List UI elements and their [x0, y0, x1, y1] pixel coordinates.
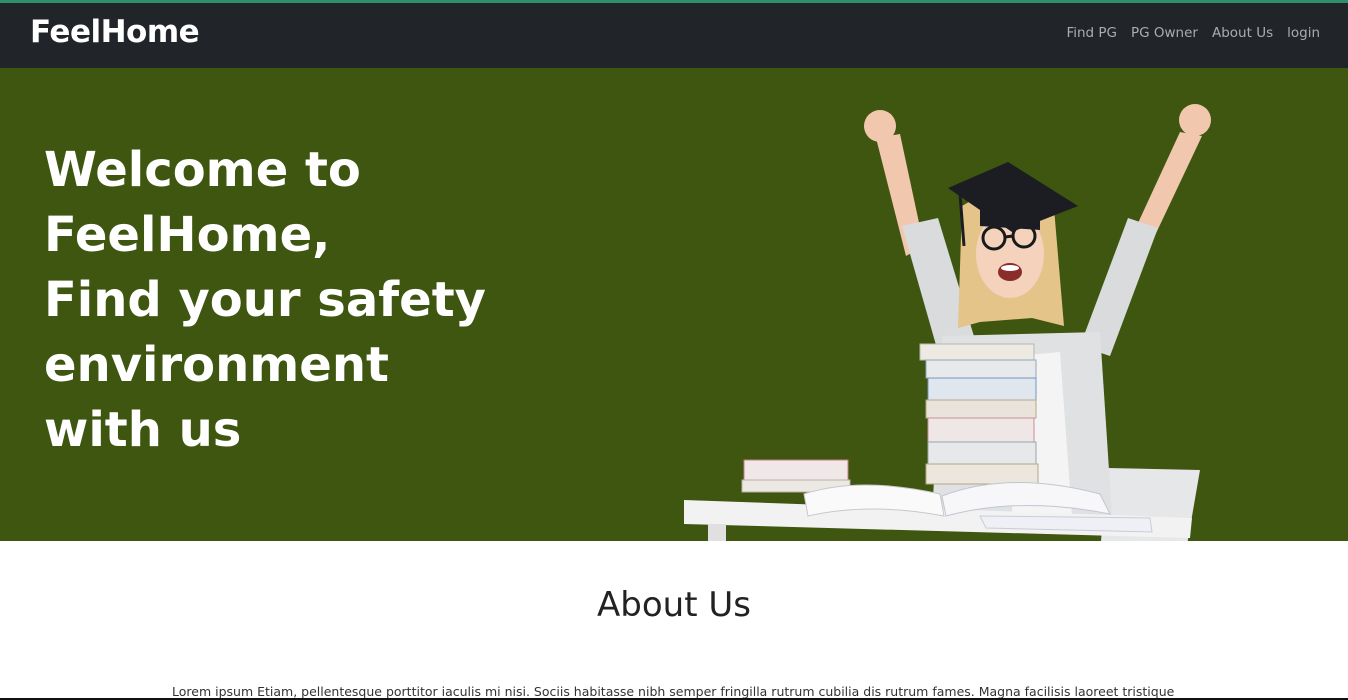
hero-line: FeelHome, — [44, 207, 331, 263]
nav-pg-owner[interactable]: PG Owner — [1131, 25, 1198, 41]
hero-line: environment — [44, 337, 389, 393]
graduate-student-celebrating-icon — [684, 104, 1211, 541]
hero-banner: Welcome to FeelHome, Find your safety en… — [0, 68, 1348, 541]
about-us-heading: About Us — [597, 585, 751, 625]
hero-line: Welcome to — [44, 142, 361, 198]
hero-line: Find your safety — [44, 272, 486, 328]
nav-links: Find PG PG Owner About Us login — [1066, 25, 1320, 41]
nav-login[interactable]: login — [1287, 25, 1320, 41]
hero-title: Welcome to FeelHome, Find your safety en… — [44, 138, 486, 463]
navbar: FeelHome Find PG PG Owner About Us login — [0, 3, 1348, 68]
nav-about-us[interactable]: About Us — [1212, 25, 1273, 41]
hero-line: with us — [44, 402, 242, 458]
nav-find-pg[interactable]: Find PG — [1066, 25, 1117, 41]
about-us-text: Lorem ipsum Etiam, pellentesque porttito… — [172, 684, 1175, 699]
brand-logo[interactable]: FeelHome — [30, 14, 200, 50]
